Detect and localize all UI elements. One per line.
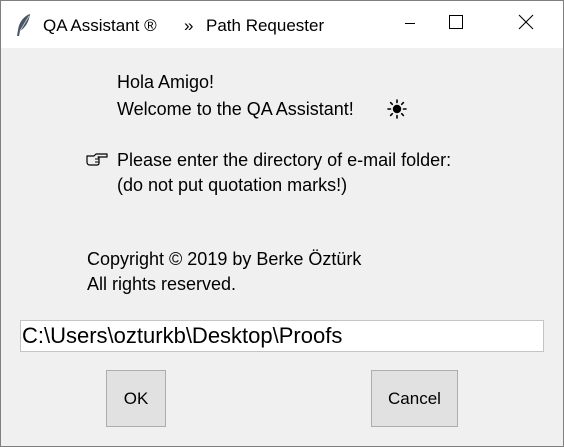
welcome-text: Welcome to the QA Assistant! <box>117 99 354 119</box>
path-requester-window: QA Assistant ® » Path Requester Hola Ami… <box>0 0 564 447</box>
window-subtitle: Path Requester <box>206 16 325 35</box>
pointing-hand-icon <box>86 151 108 172</box>
feather-icon <box>15 13 33 37</box>
prompt-line-2: (do not put quotation marks!) <box>117 175 348 195</box>
directory-path-input[interactable] <box>20 320 544 352</box>
sun-icon <box>387 99 407 124</box>
ok-button[interactable]: OK <box>106 370 166 427</box>
copyright-text: Copyright © 2019 by Berke Öztürk <box>87 249 362 269</box>
title-bar[interactable]: QA Assistant ® » Path Requester <box>1 1 563 48</box>
cancel-button[interactable]: Cancel <box>371 370 458 427</box>
prompt-line-1: Please enter the directory of e-mail fol… <box>117 150 452 170</box>
greeting-text: Hola Amigo! <box>117 72 215 92</box>
maximize-icon <box>448 14 464 35</box>
minimize-icon <box>404 16 416 34</box>
close-icon <box>518 14 534 35</box>
maximize-button[interactable] <box>433 1 479 48</box>
window-title: QA Assistant ® <box>43 16 157 35</box>
close-button[interactable] <box>503 1 549 48</box>
title-separator: » <box>184 16 194 35</box>
rights-text: All rights reserved. <box>87 274 237 294</box>
minimize-button[interactable] <box>387 1 433 48</box>
